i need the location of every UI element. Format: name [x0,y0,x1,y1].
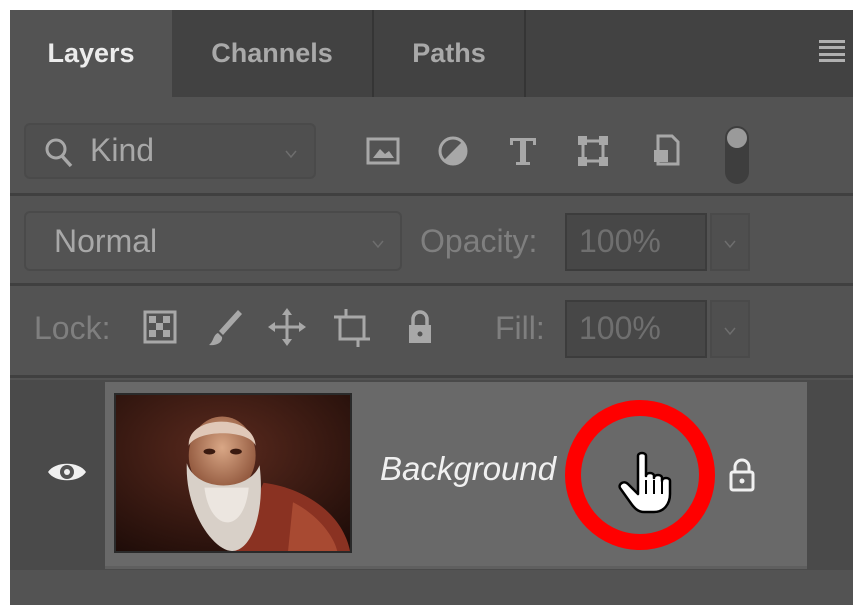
lock-label: Lock: [34,310,111,346]
search-icon [45,138,73,168]
panel-menu-icon[interactable] [819,40,845,62]
lock-all-icon[interactable] [400,305,440,349]
tab-paths[interactable]: Paths [374,10,526,97]
pixel-layer-filter-icon[interactable] [365,130,401,170]
smart-object-filter-icon[interactable] [648,130,684,170]
layer-thumbnail[interactable] [114,393,352,553]
filter-kind-label: Kind [90,132,155,168]
opacity-input[interactable]: 100% [565,213,707,271]
opacity-label: Opacity: [420,223,538,259]
filter-toggle-switch[interactable] [725,126,749,184]
blend-mode-label: Normal [54,223,158,259]
filter-kind-select[interactable]: Kind [24,123,316,179]
divider [10,193,853,196]
chevron-down-icon [724,327,736,336]
type-layer-filter-icon[interactable] [505,130,541,170]
shape-layer-filter-icon[interactable] [575,130,611,170]
blend-mode-select[interactable]: Normal [24,211,402,271]
lock-image-pixels-icon[interactable] [205,305,245,349]
fill-dropdown-button[interactable] [710,300,750,358]
layer-lock-icon[interactable] [728,457,756,493]
hand-pointer-cursor-icon [618,451,672,514]
divider [10,375,853,378]
tab-channels[interactable]: Channels [172,10,374,97]
lock-transparent-pixels-icon[interactable] [140,305,180,349]
fill-input[interactable]: 100% [565,300,707,358]
layer-name[interactable]: Background [380,450,556,488]
lock-position-icon[interactable] [267,305,307,349]
chevron-down-icon [372,240,384,249]
layers-panel: Layers Channels Paths Kind Normal Opacit… [10,10,853,605]
opacity-dropdown-button[interactable] [710,213,750,271]
fill-value: 100% [579,310,661,346]
eye-visibility-icon[interactable] [45,457,89,487]
tab-layers[interactable]: Layers [10,10,172,98]
lock-artboard-icon[interactable] [332,305,372,349]
panel-tab-bar: Layers Channels Paths [10,10,853,98]
chevron-down-icon [724,240,736,249]
fill-label: Fill: [495,310,545,346]
opacity-value: 100% [579,223,661,259]
chevron-down-icon [285,150,297,159]
adjustment-layer-filter-icon[interactable] [435,130,471,170]
divider [10,283,853,286]
